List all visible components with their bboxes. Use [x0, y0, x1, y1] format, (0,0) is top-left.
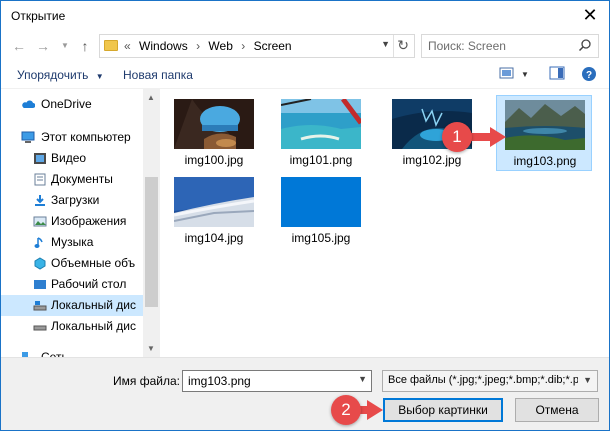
thumbnail-img105 — [281, 177, 361, 227]
window-title: Открытие — [11, 9, 66, 23]
file-type-select[interactable]: Все файлы (*.jpg;*.jpeg;*.bmp;*.dib;*.p … — [382, 370, 598, 392]
sidebar-item-images[interactable]: Изображения — [1, 211, 143, 232]
recent-locations-chevron-icon[interactable]: ▼ — [55, 36, 75, 56]
file-type-value: Все файлы (*.jpg;*.jpeg;*.bmp;*.dib;*.p — [388, 374, 578, 386]
select-picture-button[interactable]: Выбор картинки — [383, 398, 503, 422]
file-name-panel: Имя файла: img103.png ▼ Все файлы (*.jpg… — [1, 357, 609, 430]
sidebar-item-downloads[interactable]: Загрузки — [1, 190, 143, 211]
folder-icon — [104, 40, 118, 51]
sidebar-item-video[interactable]: Видео — [1, 148, 143, 169]
filename-dropdown-icon[interactable]: ▼ — [358, 374, 367, 384]
documents-icon — [34, 173, 46, 186]
thumbnail-img100 — [174, 99, 254, 149]
organize-menu-button[interactable]: Упорядочить ▼ — [17, 68, 104, 82]
file-item-img103[interactable]: img103.png — [496, 95, 592, 171]
filename-value: img103.png — [188, 374, 251, 388]
file-list: img100.jpg img101.png img102.jpg img103.… — [160, 89, 609, 357]
video-icon — [34, 153, 46, 164]
forward-arrow-icon[interactable]: → — [33, 36, 53, 56]
address-divider — [393, 35, 394, 57]
address-bar[interactable]: « Windows › Web › Screen ▼ ↻ — [99, 34, 415, 58]
sidebar-item-this-pc[interactable]: Этот компьютер — [1, 127, 143, 148]
search-icon — [578, 39, 591, 52]
thumbnail-img103 — [505, 100, 585, 150]
file-name: img104.jpg — [184, 231, 244, 245]
downloads-icon — [35, 195, 45, 206]
file-item-img104[interactable]: img104.jpg — [166, 173, 262, 249]
address-dropdown-icon[interactable]: ▼ — [381, 39, 390, 49]
close-icon[interactable]: ✕ — [579, 5, 601, 27]
file-item-img105[interactable]: img105.jpg — [273, 173, 369, 249]
help-icon[interactable]: ? — [581, 66, 597, 82]
preview-pane-icon[interactable] — [549, 66, 565, 80]
breadcrumb-item-screen[interactable]: Screen — [254, 39, 292, 53]
filename-label: Имя файла: — [113, 374, 180, 388]
file-type-dropdown-icon: ▼ — [583, 375, 592, 385]
local-disk-icon — [33, 325, 47, 331]
thumbnail-img101 — [281, 99, 361, 149]
command-bar: Упорядочить ▼ Новая папка ▼ ? — [1, 61, 609, 89]
navigation-pane: OneDrive Этот компьютер Видео Документы … — [1, 89, 143, 357]
sidebar-item-music[interactable]: Музыка — [1, 232, 143, 253]
file-name: img101.png — [289, 153, 353, 167]
filename-field[interactable]: img103.png ▼ — [182, 370, 372, 392]
back-arrow-icon[interactable]: ← — [9, 36, 29, 56]
scroll-up-icon[interactable]: ▲ — [147, 93, 155, 102]
file-name: img102.jpg — [402, 153, 462, 167]
desktop-icon — [34, 280, 46, 289]
file-item-img101[interactable]: img101.png — [273, 95, 369, 171]
organize-label: Упорядочить — [17, 68, 89, 82]
sidebar-item-onedrive[interactable]: OneDrive — [1, 94, 143, 115]
thumbnail-img104 — [174, 177, 254, 227]
sidebar-item-local-disk-d[interactable]: Локальный дис — [1, 316, 143, 337]
breadcrumb-item-windows[interactable]: Windows — [139, 39, 188, 53]
file-item-img100[interactable]: img100.jpg — [166, 95, 262, 171]
navigation-bar: ← → ▼ ↑ « Windows › Web › Screen ▼ ↻ Пои… — [1, 31, 609, 61]
breadcrumb: « Windows › Web › Screen — [124, 39, 292, 53]
chevron-down-icon: ▼ — [95, 72, 104, 81]
sidebar-item-network[interactable]: Сеть — [1, 347, 143, 357]
refresh-icon[interactable]: ↻ — [397, 37, 409, 54]
cloud-icon — [22, 100, 35, 108]
sidebar-item-local-disk-c[interactable]: Локальный дис — [1, 295, 143, 316]
cancel-button[interactable]: Отмена — [515, 398, 599, 422]
title-bar: Открытие ✕ — [1, 1, 609, 31]
file-name: img100.jpg — [184, 153, 244, 167]
scroll-down-icon[interactable]: ▼ — [147, 344, 155, 353]
computer-icon — [21, 131, 35, 143]
search-input[interactable]: Поиск: Screen — [421, 34, 599, 58]
sidebar-item-desktop[interactable]: Рабочий стол — [1, 274, 143, 295]
local-disk-icon — [33, 301, 47, 311]
scrollbar-thumb[interactable] — [145, 177, 158, 307]
search-placeholder: Поиск: Screen — [428, 39, 506, 53]
images-icon — [33, 216, 47, 227]
view-dropdown-icon[interactable]: ▼ — [521, 70, 529, 79]
breadcrumb-item-web[interactable]: Web — [208, 39, 232, 53]
annotation-badge-1: 1 — [442, 122, 472, 152]
music-icon — [34, 237, 43, 248]
file-name: img105.jpg — [291, 231, 351, 245]
file-name: img103.png — [513, 154, 577, 168]
sidebar-scrollbar[interactable]: ▲ ▼ — [143, 89, 160, 357]
sidebar-item-documents[interactable]: Документы — [1, 169, 143, 190]
svg-text:?: ? — [586, 70, 592, 81]
new-folder-button[interactable]: Новая папка — [123, 68, 193, 82]
up-arrow-icon[interactable]: ↑ — [75, 36, 95, 56]
annotation-badge-2: 2 — [331, 395, 361, 425]
open-file-dialog: Открытие ✕ ← → ▼ ↑ « Windows › Web › Scr… — [0, 0, 610, 431]
change-view-icon[interactable] — [499, 66, 515, 80]
3d-objects-icon — [34, 257, 46, 270]
sidebar-item-3d-objects[interactable]: Объемные объ — [1, 253, 143, 274]
